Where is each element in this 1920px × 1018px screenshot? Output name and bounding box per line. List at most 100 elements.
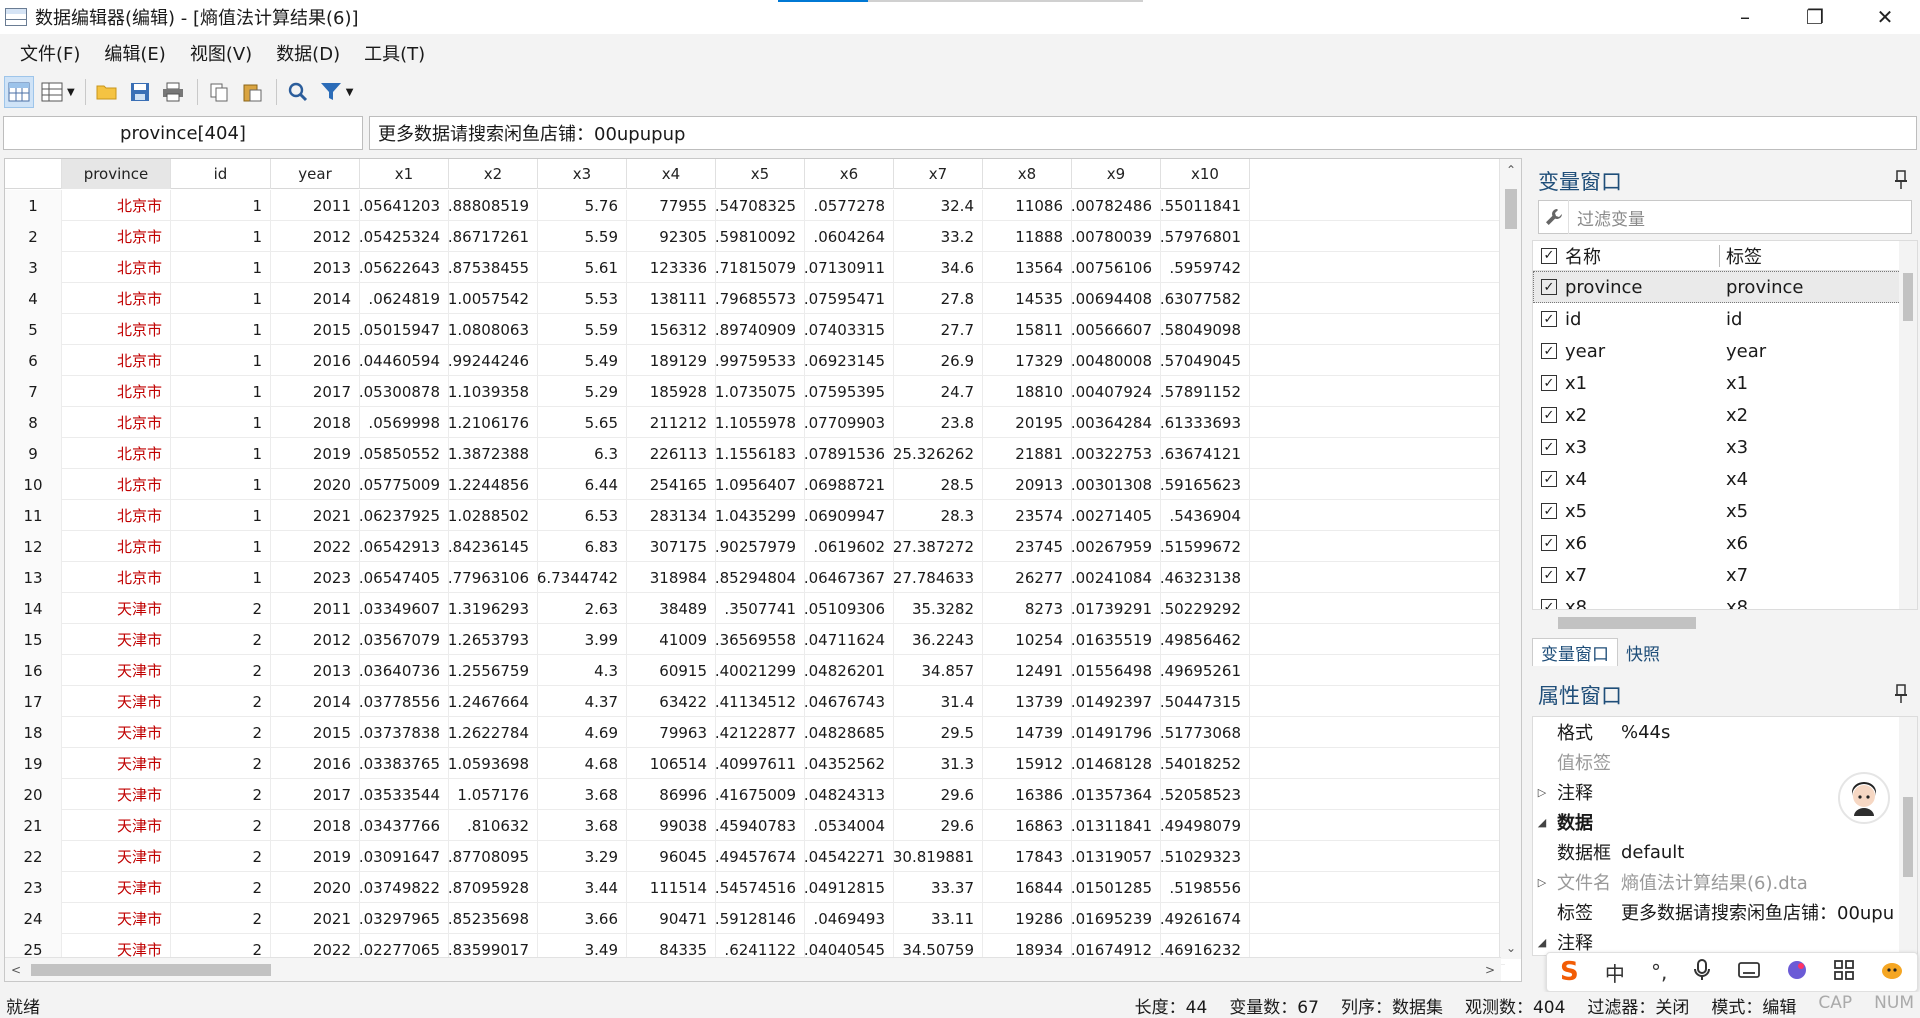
variable-checkbox[interactable]: ✓ (1541, 439, 1557, 455)
grid-horizontal-scrollbar[interactable]: < > (5, 957, 1501, 981)
cell-x4[interactable]: 185928 (627, 376, 716, 407)
copy-icon[interactable] (204, 76, 234, 108)
cell-x6[interactable]: .07403315 (805, 314, 894, 345)
assistant-avatar[interactable] (1838, 772, 1890, 824)
property-value[interactable]: 熵值法计算结果(6).dta (1617, 869, 1808, 895)
cell-year[interactable]: 2014 (271, 686, 360, 717)
table-row[interactable]: 11 北京市 1 2021.06237925 1.0288502 6.53 283134 1.… (5, 500, 1505, 531)
cell-x8[interactable]: 15912 (983, 748, 1072, 779)
cell-province[interactable]: 天津市 (62, 872, 171, 903)
cell-x4[interactable]: 318984 (627, 562, 716, 593)
column-header-x7[interactable]: x7 (894, 159, 983, 189)
property-value[interactable]: 更多数据请搜索闲鱼店铺：00upu (1617, 899, 1894, 925)
variable-row[interactable]: ✓ x7 x7 (1533, 559, 1917, 591)
cell-x8[interactable]: 16844 (983, 872, 1072, 903)
cell-x3[interactable]: 6.3 (538, 438, 627, 469)
cell-province[interactable]: 北京市 (62, 531, 171, 562)
cell-year[interactable]: 2017 (271, 376, 360, 407)
cell-x1[interactable]: .03533544 (360, 779, 449, 810)
cell-x1[interactable]: .03349607 (360, 593, 449, 624)
cell-province[interactable]: 天津市 (62, 810, 171, 841)
cell-year[interactable]: 2016 (271, 345, 360, 376)
table-row[interactable]: 1 北京市 1 2011.05641203.88808519 5.76 77955.547… (5, 190, 1505, 221)
cell-x6[interactable]: .07891536 (805, 438, 894, 469)
cell-year[interactable]: 2013 (271, 655, 360, 686)
cell-x5[interactable]: .40021299 (716, 655, 805, 686)
cell-x9[interactable]: .01492397 (1072, 686, 1161, 717)
cell-x5[interactable]: 1.0956407 (716, 469, 805, 500)
cell-x9[interactable]: .00782486 (1072, 190, 1161, 221)
variable-row[interactable]: ✓ x5 x5 (1533, 495, 1917, 527)
cell-x8[interactable]: 26277 (983, 562, 1072, 593)
cell-x3[interactable]: 4.68 (538, 748, 627, 779)
select-all-checkbox[interactable]: ✓ (1541, 247, 1557, 264)
menu-edit[interactable]: 编辑(E) (92, 40, 177, 66)
cell-x5[interactable]: .42122877 (716, 717, 805, 748)
cell-x6[interactable]: .06923145 (805, 345, 894, 376)
variable-checkbox[interactable]: ✓ (1541, 407, 1557, 423)
cell-x9[interactable]: .00756106 (1072, 252, 1161, 283)
cell-year[interactable]: 2017 (271, 779, 360, 810)
cell-id[interactable]: 1 (171, 500, 271, 531)
cell-x2[interactable]: 1.2244856 (449, 469, 538, 500)
cell-x10[interactable]: .49695261 (1161, 655, 1250, 686)
table-row[interactable]: 8 北京市 1 2018.0569998 1.2106176 5.65 211212 1.10… (5, 407, 1505, 438)
cell-x2[interactable]: 1.0057542 (449, 283, 538, 314)
cell-x3[interactable]: 4.69 (538, 717, 627, 748)
cell-x7[interactable]: 35.3282 (894, 593, 983, 624)
cell-year[interactable]: 2011 (271, 190, 360, 221)
cell-x3[interactable]: 5.49 (538, 345, 627, 376)
cell-x9[interactable]: .00271405 (1072, 500, 1161, 531)
cell-year[interactable]: 2015 (271, 314, 360, 345)
cell-x6[interactable]: .0577278 (805, 190, 894, 221)
cell-x6[interactable]: .04542271 (805, 841, 894, 872)
restore-button[interactable]: ❐ (1780, 0, 1850, 34)
cell-id[interactable]: 2 (171, 593, 271, 624)
cell-x9[interactable]: .01739291 (1072, 593, 1161, 624)
cell-x2[interactable]: .88808519 (449, 190, 538, 221)
cell-x2[interactable]: .99244246 (449, 345, 538, 376)
cell-x3[interactable]: 5.65 (538, 407, 627, 438)
cell-x5[interactable]: .3507741 (716, 593, 805, 624)
cell-x6[interactable]: .04912815 (805, 872, 894, 903)
paste-icon[interactable] (237, 76, 267, 108)
cell-province[interactable]: 天津市 (62, 624, 171, 655)
cell-x1[interactable]: .03383765 (360, 748, 449, 779)
table-row[interactable]: 5 北京市 1 2015.05015947 1.0808063 5.59 156312.89… (5, 314, 1505, 345)
cell-x3[interactable]: 4.37 (538, 686, 627, 717)
cell-x8[interactable]: 11888 (983, 221, 1072, 252)
cell-x10[interactable]: .49856462 (1161, 624, 1250, 655)
data-grid[interactable]: province id year x1 x2 x3 x4 x5 x6 x7 x8 x9 x10 1 北京市… (4, 158, 1522, 982)
cell-province[interactable]: 天津市 (62, 686, 171, 717)
property-value[interactable]: default (1617, 842, 1684, 863)
scroll-thumb[interactable] (1505, 189, 1517, 229)
cell-x5[interactable]: .99759533 (716, 345, 805, 376)
cell-x7[interactable]: 32.4 (894, 190, 983, 221)
cell-x4[interactable]: 106514 (627, 748, 716, 779)
cell-x5[interactable]: .49457674 (716, 841, 805, 872)
cell-x5[interactable]: 1.1055978 (716, 407, 805, 438)
cell-x10[interactable]: .61333693 (1161, 407, 1250, 438)
cell-x10[interactable]: .51029323 (1161, 841, 1250, 872)
cell-x10[interactable]: .59165623 (1161, 469, 1250, 500)
print-icon[interactable] (158, 76, 188, 108)
cell-x2[interactable]: .87708095 (449, 841, 538, 872)
cell-x7[interactable]: 31.4 (894, 686, 983, 717)
cell-x9[interactable]: .01635519 (1072, 624, 1161, 655)
cell-x9[interactable]: .00480008 (1072, 345, 1161, 376)
cell-id[interactable]: 2 (171, 686, 271, 717)
cell-x3[interactable]: 5.29 (538, 376, 627, 407)
cell-x7[interactable]: 27.7 (894, 314, 983, 345)
cell-x1[interactable]: .05622643 (360, 252, 449, 283)
cell-province[interactable]: 天津市 (62, 841, 171, 872)
cell-x7[interactable]: 29.5 (894, 717, 983, 748)
cell-x3[interactable]: 3.44 (538, 872, 627, 903)
variable-row[interactable]: ✓ id id (1533, 303, 1917, 335)
cell-x6[interactable]: .04352562 (805, 748, 894, 779)
cell-x2[interactable]: 1.2106176 (449, 407, 538, 438)
chevron-down-icon[interactable]: ▼ (67, 87, 75, 98)
cell-x4[interactable]: 211212 (627, 407, 716, 438)
cell-x4[interactable]: 41009 (627, 624, 716, 655)
cell-x8[interactable]: 10254 (983, 624, 1072, 655)
skin-icon[interactable] (1786, 959, 1808, 986)
